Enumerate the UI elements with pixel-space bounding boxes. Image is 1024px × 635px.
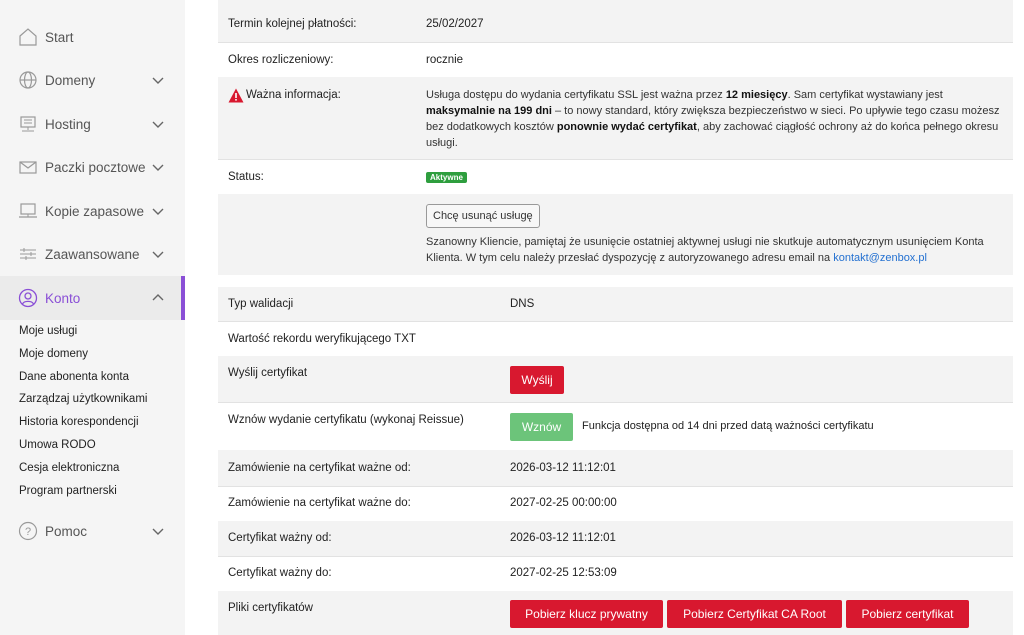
globe-icon	[17, 69, 39, 91]
sliders-icon	[17, 243, 39, 265]
next-payment-value: 25/02/2027	[426, 18, 484, 30]
cert-valid-to-label: Certyfikat ważny do:	[228, 567, 332, 579]
sidebar-item-label: Paczki pocztowe	[45, 159, 146, 175]
download-ca-root-button[interactable]: Pobierz Certyfikat CA Root	[667, 600, 842, 628]
sidebar-item-label: Konto	[45, 290, 81, 306]
cert-valid-from-value: 2026-03-12 11:12:01	[510, 532, 616, 544]
cert-valid-to-value: 2027-02-25 12:53:09	[510, 567, 617, 579]
row-txt-record: Wartość rekordu weryfikującego TXT	[218, 321, 1013, 357]
help-icon: ?	[17, 520, 39, 542]
order-valid-to-label: Zamówienie na certyfikat ważne do:	[228, 497, 411, 509]
mail-icon	[17, 156, 39, 178]
chevron-down-icon[interactable]	[150, 523, 166, 539]
download-private-key-button[interactable]: Pobierz klucz prywatny	[510, 600, 663, 628]
sidebar-subitem-partnerski[interactable]: Program partnerski	[19, 485, 117, 497]
sidebar-item-label: Start	[45, 29, 74, 45]
sidebar-subitem-historia[interactable]: Historia korespondencji	[19, 416, 139, 428]
sidebar-item-label: Zaawansowane	[45, 246, 140, 262]
download-certificate-button[interactable]: Pobierz certyfikat	[846, 600, 969, 628]
cert-files-label: Pliki certyfikatów	[228, 602, 313, 614]
row-order-valid-from: Zamówienie na certyfikat ważne od: 2026-…	[218, 450, 1013, 487]
user-icon	[17, 287, 39, 309]
validation-type-label: Typ walidacji	[228, 298, 294, 310]
sidebar-subitem-dane-abonenta[interactable]: Dane abonenta konta	[19, 371, 129, 383]
row-status: Status: Aktywne	[218, 159, 1013, 195]
status-label: Status:	[228, 171, 264, 183]
chevron-down-icon[interactable]	[150, 203, 166, 219]
txt-record-label: Wartość rekordu weryfikującego TXT	[228, 333, 416, 345]
sidebar-item-label: Domeny	[45, 72, 96, 88]
sidebar-item-pomoc[interactable]: ? Pomoc	[0, 511, 185, 551]
sidebar-item-paczki-pocztowe[interactable]: Paczki pocztowe	[0, 147, 185, 187]
sidebar-item-domeny[interactable]: Domeny	[0, 60, 185, 100]
chevron-up-icon[interactable]	[150, 290, 166, 306]
status-badge: Aktywne	[426, 172, 467, 183]
sidebar-item-label: Hosting	[45, 116, 91, 132]
validation-type-value: DNS	[510, 298, 535, 310]
svg-text:?: ?	[25, 526, 31, 538]
home-icon	[17, 26, 39, 48]
server-icon	[17, 113, 39, 135]
chevron-down-icon[interactable]	[150, 72, 166, 88]
sidebar-item-label: Pomoc	[45, 523, 88, 539]
send-cert-button[interactable]: Wyślij	[510, 366, 564, 394]
sidebar-item-konto[interactable]: Konto	[0, 276, 185, 320]
sidebar-subitem-cesja[interactable]: Cesja elektroniczna	[19, 462, 119, 474]
order-valid-from-label: Zamówienie na certyfikat ważne od:	[228, 462, 411, 474]
row-cert-valid-to: Certyfikat ważny do: 2027-02-25 12:53:09	[218, 556, 1013, 592]
sidebar-item-hosting[interactable]: Hosting	[0, 104, 185, 144]
send-cert-label: Wyślij certyfikat	[228, 367, 308, 379]
chevron-down-icon[interactable]	[150, 246, 166, 262]
section-gap	[218, 275, 1013, 287]
row-send-cert: Wyślij certyfikat Wyślij	[218, 356, 1013, 403]
sidebar-subitem-moje-uslugi[interactable]: Moje usługi	[19, 325, 77, 337]
sidebar: Start Domeny Hosting Paczki pocztowe Kop…	[0, 0, 185, 635]
sidebar-subitem-uzytkownicy[interactable]: Zarządzaj użytkownikami	[19, 393, 147, 405]
row-order-valid-to: Zamówienie na certyfikat ważne do: 2027-…	[218, 486, 1013, 522]
remove-service-button[interactable]: Chcę usunąć usługę	[426, 204, 540, 228]
reissue-button[interactable]: Wznów	[510, 413, 573, 441]
billing-period-label: Okres rozliczeniowy:	[228, 54, 334, 66]
important-info-text: Usługa dostępu do wydania certyfikatu SS…	[426, 89, 1000, 149]
backup-icon	[17, 200, 39, 222]
warning-icon	[228, 88, 244, 103]
sidebar-item-kopie-zapasowe[interactable]: Kopie zapasowe	[0, 191, 185, 231]
order-valid-to-value: 2027-02-25 00:00:00	[510, 497, 617, 509]
cert-valid-from-label: Certyfikat ważny od:	[228, 532, 332, 544]
reissue-note: Funkcja dostępna od 14 dni przed datą wa…	[582, 420, 874, 432]
sidebar-item-start[interactable]: Start	[0, 17, 185, 57]
row-validation-type: Typ walidacji DNS	[218, 287, 1013, 322]
chevron-down-icon[interactable]	[150, 116, 166, 132]
row-remove-service: Chcę usunąć usługę Szanowny Kliencie, pa…	[218, 194, 1013, 275]
row-cert-valid-from: Certyfikat ważny od: 2026-03-12 11:12:01	[218, 521, 1013, 557]
sidebar-item-label: Kopie zapasowe	[45, 203, 145, 219]
row-cert-files: Pliki certyfikatów Pobierz klucz prywatn…	[218, 591, 1013, 635]
sidebar-subitem-rodo[interactable]: Umowa RODO	[19, 439, 96, 451]
row-billing-period: Okres rozliczeniowy: rocznie	[218, 42, 1013, 78]
contact-email-link[interactable]: kontakt@zenbox.pl	[833, 252, 927, 264]
order-valid-from-value: 2026-03-12 11:12:01	[510, 462, 616, 474]
billing-period-value: rocznie	[426, 54, 464, 66]
reissue-label: Wznów wydanie certyfikatu (wykonaj Reiss…	[228, 414, 464, 426]
next-payment-label: Termin kolejnej płatności:	[228, 18, 357, 30]
active-indicator	[181, 276, 185, 320]
sidebar-subitem-moje-domeny[interactable]: Moje domeny	[19, 348, 88, 360]
row-next-payment: Termin kolejnej płatności: 25/02/2027	[218, 0, 1013, 43]
row-reissue: Wznów wydanie certyfikatu (wykonaj Reiss…	[218, 402, 1013, 451]
important-info-label: Ważna informacja:	[246, 89, 341, 101]
remove-service-note: Szanowny Kliencie, pamiętaj że usunięcie…	[426, 236, 984, 264]
chevron-down-icon[interactable]	[150, 159, 166, 175]
sidebar-item-zaawansowane[interactable]: Zaawansowane	[0, 234, 185, 274]
row-important-info: Ważna informacja: Usługa dostępu do wyda…	[218, 77, 1013, 160]
